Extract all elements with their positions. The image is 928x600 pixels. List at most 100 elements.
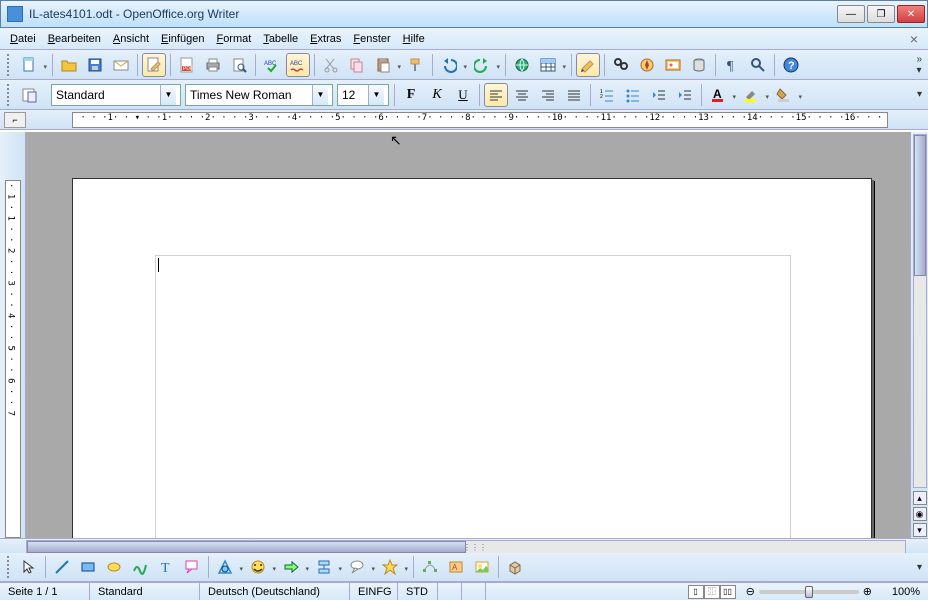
menu-format[interactable]: Format	[210, 31, 257, 47]
zoom-button[interactable]	[746, 53, 770, 77]
styles-button[interactable]	[17, 83, 41, 107]
help-button[interactable]: ?	[779, 53, 803, 77]
horizontal-scrollbar[interactable]: ⋮⋮⋮	[26, 540, 906, 554]
status-signature[interactable]	[438, 583, 462, 600]
stars-button[interactable]: ▾	[378, 555, 402, 579]
ellipse-button[interactable]	[102, 555, 126, 579]
zoom-track[interactable]	[759, 590, 859, 594]
maximize-button[interactable]: ❐	[867, 5, 895, 23]
justify-button[interactable]	[562, 83, 586, 107]
table-button[interactable]: ▾	[536, 53, 560, 77]
menu-ansicht[interactable]: Ansicht	[107, 31, 155, 47]
showdraw-button[interactable]	[576, 53, 600, 77]
bgcolor-button[interactable]: ▾	[772, 83, 796, 107]
toolbar-grip[interactable]	[7, 54, 13, 76]
spellcheck-button[interactable]: ABC	[260, 53, 284, 77]
save-button[interactable]	[83, 53, 107, 77]
toolbar-overflow[interactable]: ▾	[915, 562, 924, 573]
fontwork-button[interactable]: A	[444, 555, 468, 579]
toolbar-grip[interactable]	[7, 84, 13, 106]
new-button[interactable]: ▾	[17, 53, 41, 77]
horizontal-ruler[interactable]: · · ·1· · ▾ · ·1· · · ·2· · · ·3· · · ·4…	[72, 112, 888, 128]
paste-button[interactable]: ▾	[371, 53, 395, 77]
ruler-corner[interactable]: ⌐	[4, 112, 26, 128]
outdent-button[interactable]	[647, 83, 671, 107]
redo-button[interactable]: ▾	[470, 53, 494, 77]
zoom-slider[interactable]: ⊖ ⊕	[740, 585, 878, 598]
blockarrows-button[interactable]: ▾	[279, 555, 303, 579]
vertical-ruler[interactable]: · 1 · 1 · · 2 · · 3 · · 4 · · 5 · · 6 · …	[5, 180, 21, 538]
select-button[interactable]	[17, 555, 41, 579]
dropdown-icon[interactable]: ▼	[368, 85, 384, 105]
toolbar-grip[interactable]	[7, 556, 13, 578]
basicshapes-button[interactable]: ▾	[213, 555, 237, 579]
minimize-button[interactable]: —	[837, 5, 865, 23]
align-left-button[interactable]	[484, 83, 508, 107]
font-name-combo[interactable]: ▼	[185, 84, 333, 106]
formatpaint-button[interactable]	[404, 53, 428, 77]
line-button[interactable]	[50, 555, 74, 579]
cut-button[interactable]	[319, 53, 343, 77]
preview-button[interactable]	[227, 53, 251, 77]
nav-prev-button[interactable]: ▴	[913, 491, 927, 505]
status-page[interactable]: Seite 1 / 1	[0, 583, 90, 600]
email-button[interactable]	[109, 53, 133, 77]
fontcolor-button[interactable]: A▾	[706, 83, 730, 107]
menu-bearbeiten[interactable]: Bearbeiten	[42, 31, 107, 47]
italic-button[interactable]: K	[425, 83, 449, 107]
menu-hilfe[interactable]: Hilfe	[397, 31, 431, 47]
status-language[interactable]: Deutsch (Deutschland)	[200, 583, 350, 600]
menu-extras[interactable]: Extras	[304, 31, 347, 47]
status-insert[interactable]: EINFG	[350, 583, 398, 600]
toolbar-overflow[interactable]: ▾	[915, 89, 924, 100]
paragraph-style-combo[interactable]: ▼	[51, 84, 181, 106]
document-scroll[interactable]	[26, 132, 910, 538]
nav-target-button[interactable]: ◉	[913, 507, 927, 521]
zoom-percent[interactable]: 100%	[878, 583, 928, 600]
autospell-button[interactable]: ABC	[286, 53, 310, 77]
callouts-button[interactable]: ▾	[345, 555, 369, 579]
font-size-combo[interactable]: ▼	[337, 84, 389, 106]
gallery-button[interactable]	[661, 53, 685, 77]
find-button[interactable]	[609, 53, 633, 77]
dropdown-icon[interactable]: ▼	[160, 85, 176, 105]
page[interactable]	[72, 178, 872, 538]
numbering-button[interactable]: 12	[595, 83, 619, 107]
doc-close-icon[interactable]: ×	[904, 31, 924, 47]
align-center-button[interactable]	[510, 83, 534, 107]
callout-button[interactable]	[180, 555, 204, 579]
status-modified[interactable]	[462, 583, 486, 600]
underline-button[interactable]: U	[451, 83, 475, 107]
single-page-view[interactable]: ▯	[688, 585, 704, 599]
close-button[interactable]: ✕	[897, 5, 925, 23]
status-selection[interactable]: STD	[398, 583, 438, 600]
nav-next-button[interactable]: ▾	[913, 523, 927, 537]
flowchart-button[interactable]: ▾	[312, 555, 336, 579]
symbolshapes-button[interactable]: ▾	[246, 555, 270, 579]
freeline-button[interactable]	[128, 555, 152, 579]
paragraph-style-input[interactable]	[52, 85, 160, 105]
font-size-input[interactable]	[338, 85, 368, 105]
copy-button[interactable]	[345, 53, 369, 77]
rectangle-button[interactable]	[76, 555, 100, 579]
menu-einfuegen[interactable]: Einfügen	[155, 31, 210, 47]
editdoc-button[interactable]	[142, 53, 166, 77]
hyperlink-button[interactable]	[510, 53, 534, 77]
fromfile-button[interactable]	[470, 555, 494, 579]
bullets-button[interactable]	[621, 83, 645, 107]
zoom-knob[interactable]	[805, 586, 813, 598]
book-view[interactable]: ▯▯	[720, 585, 736, 599]
text-frame[interactable]	[155, 255, 791, 538]
undo-button[interactable]: ▾	[437, 53, 461, 77]
multi-page-view[interactable]: ⿲	[704, 585, 720, 599]
font-name-input[interactable]	[186, 85, 312, 105]
text-button[interactable]: T	[154, 555, 178, 579]
toolbar-overflow[interactable]: »▾	[914, 54, 924, 76]
dropdown-icon[interactable]: ▼	[312, 85, 328, 105]
datasources-button[interactable]	[687, 53, 711, 77]
open-button[interactable]	[57, 53, 81, 77]
points-button[interactable]	[418, 555, 442, 579]
menu-tabelle[interactable]: Tabelle	[257, 31, 304, 47]
nonprint-button[interactable]: ¶	[720, 53, 744, 77]
highlight-button[interactable]: ▾	[739, 83, 763, 107]
